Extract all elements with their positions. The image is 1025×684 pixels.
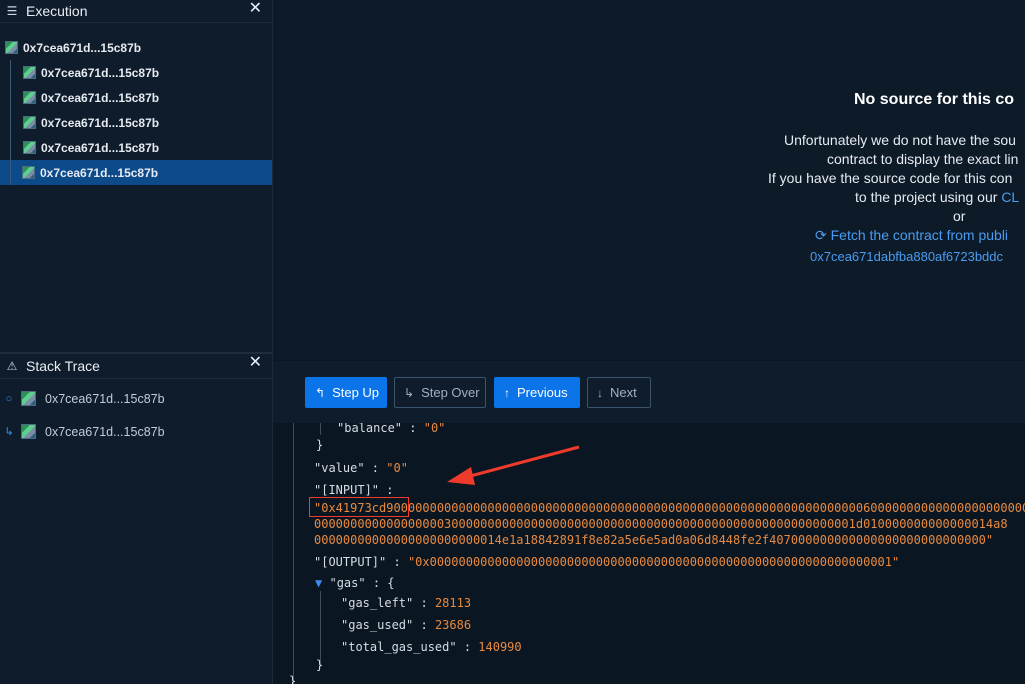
gas-key: "gas" <box>329 576 366 590</box>
fetch-contract-label: Fetch the contract from publi <box>830 227 1009 243</box>
contract-avatar-icon <box>23 66 36 79</box>
next-label: Next <box>610 385 637 400</box>
node-label: 0x7cea671d...15c87b <box>41 90 160 105</box>
total-gas-used-value: 140990 <box>478 640 522 654</box>
step-up-label: Step Up <box>332 385 380 400</box>
close-stack-trace-panel-icon[interactable]: ✕ <box>249 354 262 372</box>
json-line-gas[interactable]: ▼ "gas" : { <box>315 575 395 591</box>
output-value: "0x0000000000000000000000000000000000000… <box>407 555 900 569</box>
next-button[interactable]: ↓ Next <box>587 377 651 408</box>
no-source-or: or <box>953 208 966 224</box>
no-source-text-2: contract to display the exact lin <box>827 151 1019 167</box>
execution-tree-node[interactable]: 0x7cea671d...15c87b <box>10 85 272 110</box>
stack-item-label: 0x7cea671d...15c87b <box>45 391 165 406</box>
contract-avatar-icon <box>23 116 36 129</box>
step-up-icon: ↰ <box>315 385 326 400</box>
node-label: 0x7cea671d...15c87b <box>41 115 160 130</box>
execution-tree-node[interactable]: 0x7cea671d...15c87b <box>10 135 272 160</box>
execution-tree-node-selected[interactable]: 0x7cea671d...15c87b <box>0 160 272 185</box>
no-source-text-1: Unfortunately we do not have the sou <box>784 132 1016 148</box>
circle-icon: ○ <box>5 392 13 405</box>
execution-tree-node[interactable]: 0x7cea671d...15c87b <box>10 110 272 135</box>
contract-avatar-icon <box>23 141 36 154</box>
step-over-button[interactable]: ↳ Step Over <box>394 377 486 408</box>
contract-avatar-icon <box>21 391 36 406</box>
json-line-total-gas-used: "total_gas_used" : 140990 <box>341 640 522 654</box>
node-label: 0x7cea671d...15c87b <box>40 165 159 180</box>
stack-trace-panel-header: ⚠ Stack Trace ✕ <box>0 352 272 379</box>
previous-label: Previous <box>517 385 568 400</box>
source-view: No source for this co Unfortunately we d… <box>273 0 1025 360</box>
execution-tree: 0x7cea671d...15c87b 0x7cea671d...15c87b … <box>0 35 272 185</box>
gas-left-key: "gas_left" <box>341 596 414 610</box>
step-over-icon: ↳ <box>404 385 415 400</box>
contract-avatar-icon <box>22 166 35 179</box>
execution-panel-header: ☰ Execution ✕ <box>0 0 272 23</box>
execution-tree-node[interactable]: 0x7cea671d...15c87b <box>10 60 272 85</box>
gas-used-key: "gas_used" <box>341 618 414 632</box>
list-icon: ☰ <box>6 4 18 18</box>
contract-address-link[interactable]: 0x7cea671dabfba880af6723bddc <box>810 249 1003 264</box>
stack-trace-item[interactable]: ○ 0x7cea671d...15c87b <box>0 382 272 415</box>
execution-panel-title: Execution <box>26 3 88 19</box>
total-gas-used-key: "total_gas_used" <box>341 640 457 654</box>
execution-tree-node[interactable]: 0x7cea671d...15c87b <box>0 35 272 60</box>
warning-icon: ⚠ <box>6 359 18 373</box>
json-line-output: "[OUTPUT]" : "0x000000000000000000000000… <box>314 555 900 569</box>
stack-trace-list: ○ 0x7cea671d...15c87b ↳ 0x7cea671d...15c… <box>0 382 272 448</box>
previous-button[interactable]: ↑ Previous <box>494 377 580 408</box>
gas-left-value: 28113 <box>434 596 472 610</box>
debug-toolbar: ↰ Step Up ↳ Step Over ↑ Previous ↓ Next <box>273 361 1025 423</box>
close-execution-panel-icon[interactable]: ✕ <box>249 0 262 18</box>
json-view: "balance" : "0" } "value" : "0" "[INPUT]… <box>273 423 1025 684</box>
collapse-caret-icon[interactable]: ▼ <box>315 576 322 590</box>
gas-used-value: 23686 <box>434 618 472 632</box>
step-into-icon: ↳ <box>4 426 14 438</box>
stack-item-label: 0x7cea671d...15c87b <box>45 424 165 439</box>
node-label: 0x7cea671d...15c87b <box>41 65 160 80</box>
node-label: 0x7cea671d...15c87b <box>23 40 142 55</box>
json-line-gas-left: "gas_left" : 28113 <box>341 596 472 610</box>
json-close-brace: } <box>316 658 324 672</box>
arrow-down-icon: ↓ <box>597 385 603 400</box>
step-over-label: Step Over <box>421 385 480 400</box>
contract-avatar-icon <box>5 41 18 54</box>
node-label: 0x7cea671d...15c87b <box>41 140 160 155</box>
arrow-up-icon: ↑ <box>504 385 510 400</box>
cli-link[interactable]: CL <box>1001 189 1019 205</box>
stack-trace-item[interactable]: ↳ 0x7cea671d...15c87b <box>0 415 272 448</box>
output-key: "[OUTPUT]" <box>314 555 387 569</box>
no-source-title: No source for this co <box>854 91 1015 108</box>
stack-trace-panel-title: Stack Trace <box>26 358 100 374</box>
no-source-text-4: to the project using our CL <box>855 189 1019 205</box>
json-line-gas-used: "gas_used" : 23686 <box>341 618 472 632</box>
cli-sentence: to the project using our <box>855 189 998 205</box>
no-source-text-3: If you have the source code for this con <box>768 170 1013 186</box>
fetch-contract-link[interactable]: ⟳ Fetch the contract from publi <box>815 227 1008 244</box>
step-up-button[interactable]: ↰ Step Up <box>305 377 387 408</box>
contract-avatar-icon <box>21 424 36 439</box>
contract-avatar-icon <box>23 91 36 104</box>
json-close-brace: } <box>289 674 297 684</box>
left-sidebar: ☰ Execution ✕ 0x7cea671d...15c87b 0x7cea… <box>0 0 273 684</box>
refresh-icon: ⟳ <box>815 227 827 243</box>
